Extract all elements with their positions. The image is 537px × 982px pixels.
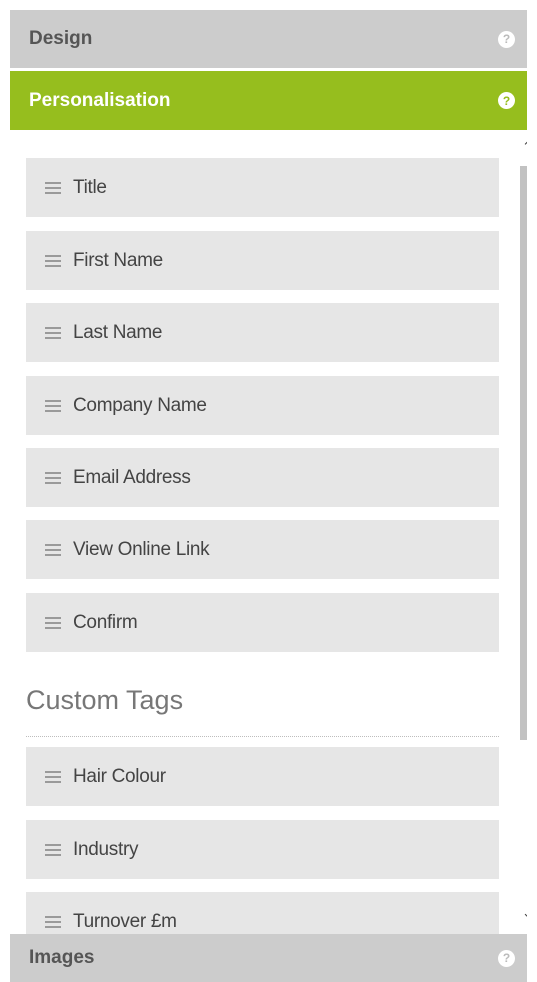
tag-label: Title	[73, 176, 107, 198]
accordion-header-design[interactable]: Design ?	[10, 10, 527, 68]
drag-handle-icon[interactable]	[45, 254, 61, 267]
tag-label: Industry	[73, 838, 139, 860]
tag-item-email-address[interactable]: Email Address	[26, 448, 499, 507]
drag-handle-icon[interactable]	[45, 616, 61, 629]
drag-handle-icon[interactable]	[45, 326, 61, 339]
tag-label: View Online Link	[73, 538, 210, 560]
help-icon[interactable]: ?	[498, 949, 515, 967]
tag-label: Confirm	[73, 611, 138, 633]
drag-handle-icon[interactable]	[45, 181, 61, 194]
tag-item-company-name[interactable]: Company Name	[26, 376, 499, 435]
drag-handle-icon[interactable]	[45, 843, 61, 856]
help-icon[interactable]: ?	[498, 30, 515, 48]
tag-label: Company Name	[73, 394, 207, 416]
drag-handle-icon[interactable]	[45, 399, 61, 412]
tag-item-confirm[interactable]: Confirm	[26, 593, 499, 652]
scroll-down-arrow-icon[interactable]: ⌄	[518, 904, 527, 922]
tag-item-title[interactable]: Title	[26, 158, 499, 217]
accordion-header-images[interactable]: Images ?	[10, 934, 527, 982]
scrollbar-thumb[interactable]	[520, 166, 527, 740]
tag-item-view-online-link[interactable]: View Online Link	[26, 520, 499, 579]
custom-tags-heading: Custom Tags	[26, 685, 184, 715]
tag-item-last-name[interactable]: Last Name	[26, 303, 499, 362]
tag-label: Email Address	[73, 466, 191, 488]
drag-handle-icon[interactable]	[45, 770, 61, 783]
section-divider	[26, 736, 499, 737]
vertical-scrollbar[interactable]: ⌃ ⌄	[518, 130, 527, 934]
drag-handle-icon[interactable]	[45, 543, 61, 556]
accordion-personalisation-label: Personalisation	[29, 89, 171, 111]
tag-label: Last Name	[73, 321, 163, 343]
scroll-up-arrow-icon[interactable]: ⌃	[518, 138, 527, 156]
accordion-header-personalisation[interactable]: Personalisation ?	[10, 71, 527, 130]
help-icon[interactable]: ?	[498, 92, 515, 109]
accordion-images-label: Images	[29, 947, 95, 968]
tag-item-industry[interactable]: Industry	[26, 820, 499, 879]
tag-item-turnover[interactable]: Turnover £m	[26, 892, 499, 934]
drag-handle-icon[interactable]	[45, 915, 61, 928]
personalisation-tag-list: Title First Name Last Name Company Name …	[10, 130, 527, 934]
drag-handle-icon[interactable]	[45, 471, 61, 484]
tag-label: Turnover £m	[73, 910, 177, 932]
tag-item-first-name[interactable]: First Name	[26, 231, 499, 290]
tag-label: First Name	[73, 249, 163, 271]
accordion-design-label: Design	[29, 28, 93, 49]
tag-item-hair-colour[interactable]: Hair Colour	[26, 747, 499, 806]
tag-label: Hair Colour	[73, 765, 166, 787]
